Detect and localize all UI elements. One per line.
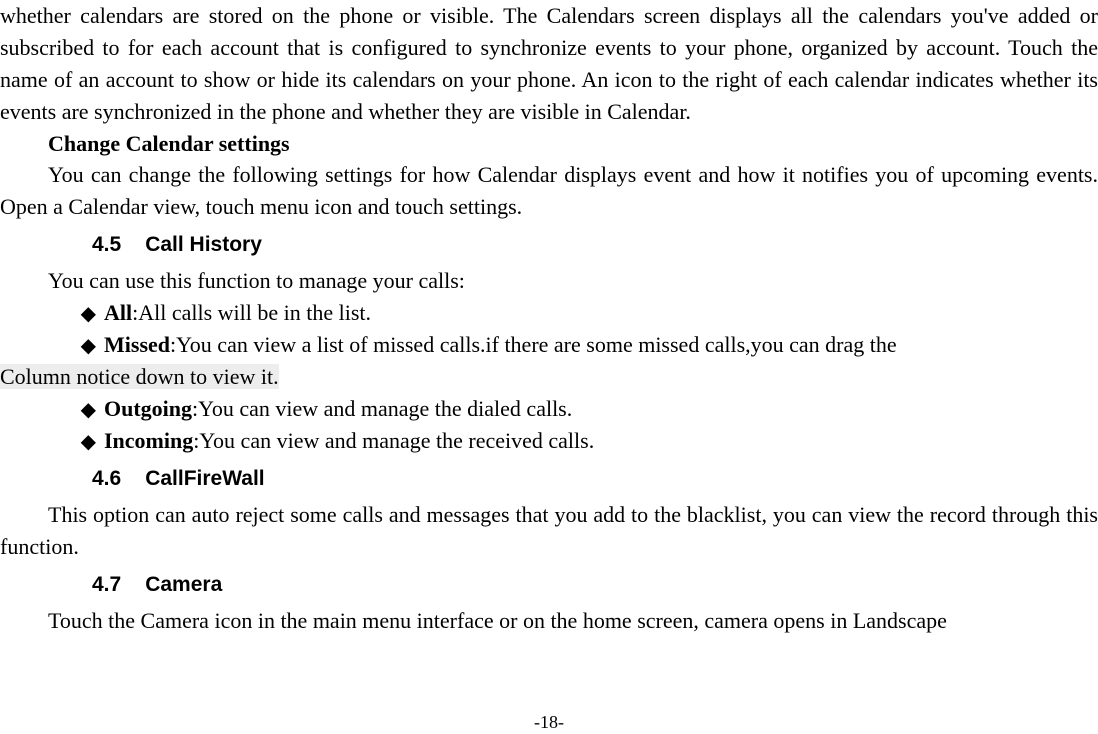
- section-number: 4.6: [92, 467, 121, 491]
- diamond-icon: ◆: [48, 297, 96, 329]
- document-page: whether calendars are stored on the phon…: [0, 0, 1098, 637]
- bullet-label: Incoming: [104, 428, 193, 453]
- page-number: -18-: [0, 712, 1098, 733]
- diamond-icon: ◆: [48, 329, 96, 361]
- call-history-intro: You can use this function to manage your…: [0, 265, 1098, 297]
- bullet-text: :You can view and manage the dialed call…: [192, 396, 572, 421]
- bullet-label: All: [104, 300, 132, 325]
- section-title: Call History: [145, 233, 262, 256]
- bullet-text: :All calls will be in the list.: [132, 300, 371, 325]
- change-settings-heading-line: Change Calendar settings: [0, 128, 1098, 160]
- diamond-icon: ◆: [48, 393, 96, 425]
- bullet-text: :You can view a list of missed calls.if …: [170, 332, 897, 357]
- bullet-all: ◆ All:All calls will be in the list.: [0, 297, 1098, 329]
- bullet-label: Missed: [104, 332, 170, 357]
- intro-paragraph: whether calendars are stored on the phon…: [0, 0, 1098, 128]
- section-heading-callfirewall: 4.6 CallFireWall: [92, 467, 1098, 491]
- change-settings-heading: Change Calendar settings: [48, 131, 290, 156]
- bullet-label: Outgoing: [104, 396, 192, 421]
- change-settings-body: You can change the following settings fo…: [0, 159, 1098, 223]
- section-number: 4.5: [92, 233, 121, 257]
- section-number: 4.7: [92, 573, 121, 597]
- diamond-icon: ◆: [48, 425, 96, 457]
- bullet-text: :You can view and manage the received ca…: [193, 428, 594, 453]
- bullet-missed: ◆ Missed:You can view a list of missed ca…: [0, 329, 1098, 361]
- bullet-incoming: ◆ Incoming:You can view and manage the re…: [0, 425, 1098, 457]
- camera-body: Touch the Camera icon in the main menu i…: [0, 605, 1098, 637]
- section-title: CallFireWall: [145, 467, 264, 490]
- firewall-body: This option can auto reject some calls a…: [0, 499, 1098, 563]
- section-title: Camera: [145, 573, 222, 596]
- section-heading-call-history: 4.5 Call History: [92, 233, 1098, 257]
- section-heading-camera: 4.7 Camera: [92, 573, 1098, 597]
- highlighted-text: Column notice down to view it.: [0, 364, 279, 389]
- bullet-missed-line2: Column notice down to view it.: [0, 361, 1098, 393]
- bullet-outgoing: ◆ Outgoing:You can view and manage the di…: [0, 393, 1098, 425]
